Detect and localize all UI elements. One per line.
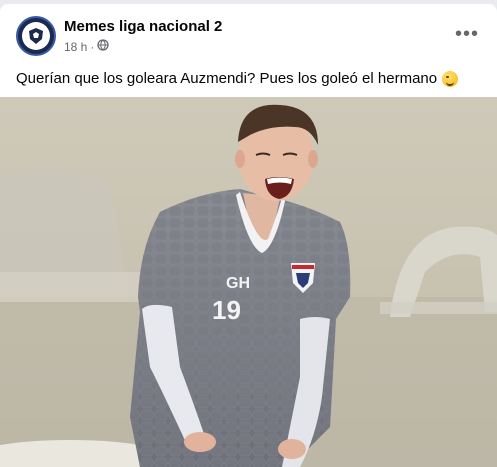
post-text: Querían que los goleara Auzmendi? Pues l…	[16, 70, 459, 87]
globe-icon	[97, 39, 110, 54]
post-meta: 18 h ·	[64, 39, 110, 54]
more-options-button[interactable]: •••	[455, 22, 479, 46]
post-photo[interactable]: GH 19	[0, 97, 497, 467]
post-header: Memes liga nacional 2 18 h · •••	[0, 4, 497, 60]
meta-separator: ·	[90, 39, 95, 54]
page-name-link[interactable]: Memes liga nacional 2	[64, 18, 222, 35]
post-card: Memes liga nacional 2 18 h · ••• Querían…	[0, 4, 497, 467]
jersey-number: 19	[212, 295, 241, 325]
post-time[interactable]: 18 h	[64, 40, 87, 54]
more-horizontal-icon: •••	[455, 22, 480, 45]
winking-face-icon	[442, 70, 459, 87]
post-message: Querían que los goleara Auzmendi? Pues l…	[16, 70, 438, 87]
crest-icon	[22, 22, 50, 50]
jersey-initials: GH	[226, 275, 250, 292]
page-avatar[interactable]	[16, 16, 56, 56]
